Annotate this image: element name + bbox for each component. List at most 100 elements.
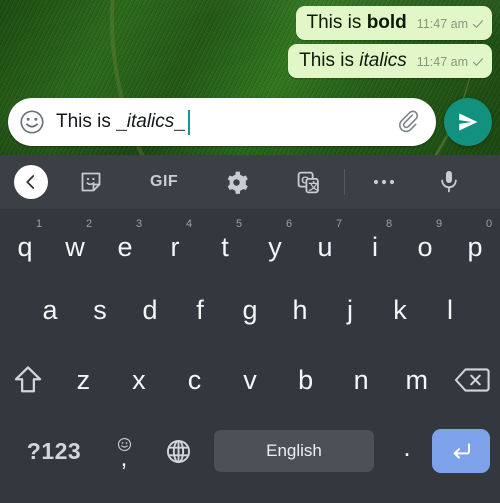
text-caret bbox=[187, 109, 190, 135]
key-num: 1 bbox=[35, 218, 43, 230]
message-bubble-outgoing[interactable]: This is bold 11:47 am bbox=[295, 6, 492, 40]
key-num: 8 bbox=[385, 218, 393, 230]
key-num: 0 bbox=[485, 218, 493, 230]
key-w[interactable]: 2w bbox=[50, 209, 100, 275]
key-o[interactable]: 9o bbox=[400, 209, 450, 275]
language-switch-key[interactable] bbox=[150, 438, 206, 465]
paperclip-icon[interactable] bbox=[398, 109, 424, 135]
key-r[interactable]: 4r bbox=[150, 209, 200, 275]
overflow-dots-icon bbox=[372, 178, 396, 186]
key-y[interactable]: 6y bbox=[250, 209, 300, 275]
keyboard-toolbar: GIF G 文 bbox=[0, 155, 500, 209]
key-g[interactable]: g bbox=[225, 275, 275, 345]
key-z[interactable]: z bbox=[56, 345, 112, 415]
key-label: c bbox=[187, 364, 202, 395]
key-label: e bbox=[117, 231, 133, 262]
send-icon bbox=[456, 110, 480, 134]
smiley-icon[interactable] bbox=[18, 108, 46, 136]
keyboard-row-2: a s d f g h j k l bbox=[0, 275, 500, 345]
key-k[interactable]: k bbox=[375, 275, 425, 345]
key-l[interactable]: l bbox=[425, 275, 475, 345]
whatsapp-chat-screen: This is bold 11:47 am This is italics 11… bbox=[0, 0, 500, 503]
comma-label: , bbox=[120, 445, 128, 472]
key-num: 9 bbox=[435, 218, 443, 230]
key-num: 5 bbox=[235, 218, 243, 230]
key-label: p bbox=[467, 231, 483, 262]
key-u[interactable]: 7u bbox=[300, 209, 350, 275]
key-e[interactable]: 3e bbox=[100, 209, 150, 275]
key-label: v bbox=[243, 364, 257, 395]
key-label: n bbox=[353, 364, 369, 395]
key-d[interactable]: d bbox=[125, 275, 175, 345]
send-button[interactable] bbox=[444, 98, 492, 146]
backspace-key[interactable] bbox=[445, 345, 500, 415]
voice-input-button[interactable] bbox=[435, 169, 463, 195]
key-p[interactable]: 0p bbox=[450, 209, 500, 275]
key-n[interactable]: n bbox=[333, 345, 389, 415]
message-meta: 11:47 am bbox=[417, 55, 484, 69]
keyboard-row-4: ?123 , English . bbox=[0, 415, 500, 487]
on-screen-keyboard: 1q 2w 3e 4r 5t 6y 7u 8i 9o 0p a s d f g … bbox=[0, 209, 500, 503]
input-marker-open: _ bbox=[116, 111, 127, 132]
single-check-icon bbox=[472, 56, 484, 68]
key-label: h bbox=[292, 294, 308, 325]
key-m[interactable]: m bbox=[389, 345, 445, 415]
keyboard-row-3: z x c v b n m bbox=[0, 345, 500, 415]
key-t[interactable]: 5t bbox=[200, 209, 250, 275]
key-h[interactable]: h bbox=[275, 275, 325, 345]
shift-icon bbox=[11, 364, 45, 396]
input-text-prefix: This is bbox=[56, 111, 117, 132]
key-i[interactable]: 8i bbox=[350, 209, 400, 275]
message-text-plain: This is bbox=[306, 12, 367, 33]
message-text-plain: This is bbox=[299, 50, 360, 71]
compose-bar: This is _italics_ bbox=[0, 93, 500, 151]
backspace-icon bbox=[454, 366, 490, 394]
gear-icon bbox=[224, 170, 249, 195]
key-label: g bbox=[242, 294, 258, 325]
key-x[interactable]: x bbox=[111, 345, 167, 415]
gif-button[interactable]: GIF bbox=[150, 173, 178, 191]
translate-button[interactable]: G 文 bbox=[294, 170, 322, 195]
shift-key[interactable] bbox=[0, 345, 56, 415]
message-input-pill[interactable]: This is _italics_ bbox=[8, 98, 436, 146]
period-key[interactable]: . bbox=[382, 432, 432, 471]
key-s[interactable]: s bbox=[75, 275, 125, 345]
message-timestamp: 11:47 am bbox=[416, 17, 468, 31]
key-num: 3 bbox=[135, 218, 143, 230]
back-button[interactable] bbox=[14, 165, 48, 199]
key-c[interactable]: c bbox=[167, 345, 223, 415]
key-label: s bbox=[93, 294, 107, 325]
message-row: This is italics 11:47 am bbox=[288, 44, 492, 78]
settings-button[interactable] bbox=[222, 170, 250, 195]
enter-icon bbox=[448, 439, 474, 463]
key-label: i bbox=[372, 231, 378, 262]
gif-label: GIF bbox=[150, 173, 179, 190]
symbols-key[interactable]: ?123 bbox=[10, 438, 98, 465]
key-f[interactable]: f bbox=[175, 275, 225, 345]
comma-key[interactable]: , bbox=[98, 437, 150, 472]
space-label: English bbox=[266, 441, 322, 460]
message-bubble-outgoing[interactable]: This is italics 11:47 am bbox=[288, 44, 492, 78]
key-v[interactable]: v bbox=[222, 345, 278, 415]
message-text: This is italics bbox=[299, 49, 407, 73]
period-label: . bbox=[403, 431, 411, 462]
message-input-field[interactable]: This is _italics_ bbox=[56, 109, 388, 135]
key-label: r bbox=[170, 231, 180, 262]
key-label: l bbox=[447, 294, 453, 325]
key-num: 2 bbox=[85, 218, 93, 230]
more-button[interactable] bbox=[367, 178, 401, 186]
key-j[interactable]: j bbox=[325, 275, 375, 345]
key-num: 7 bbox=[335, 218, 343, 230]
key-b[interactable]: b bbox=[278, 345, 334, 415]
key-label: t bbox=[221, 231, 229, 262]
key-q[interactable]: 1q bbox=[0, 209, 50, 275]
key-label: k bbox=[393, 294, 407, 325]
key-label: u bbox=[317, 231, 333, 262]
key-label: o bbox=[417, 231, 433, 262]
key-label: j bbox=[347, 294, 353, 325]
key-num: 4 bbox=[185, 218, 193, 230]
space-key[interactable]: English bbox=[214, 430, 374, 472]
enter-key[interactable] bbox=[432, 429, 490, 473]
key-a[interactable]: a bbox=[25, 275, 75, 345]
sticker-button[interactable] bbox=[76, 170, 106, 194]
